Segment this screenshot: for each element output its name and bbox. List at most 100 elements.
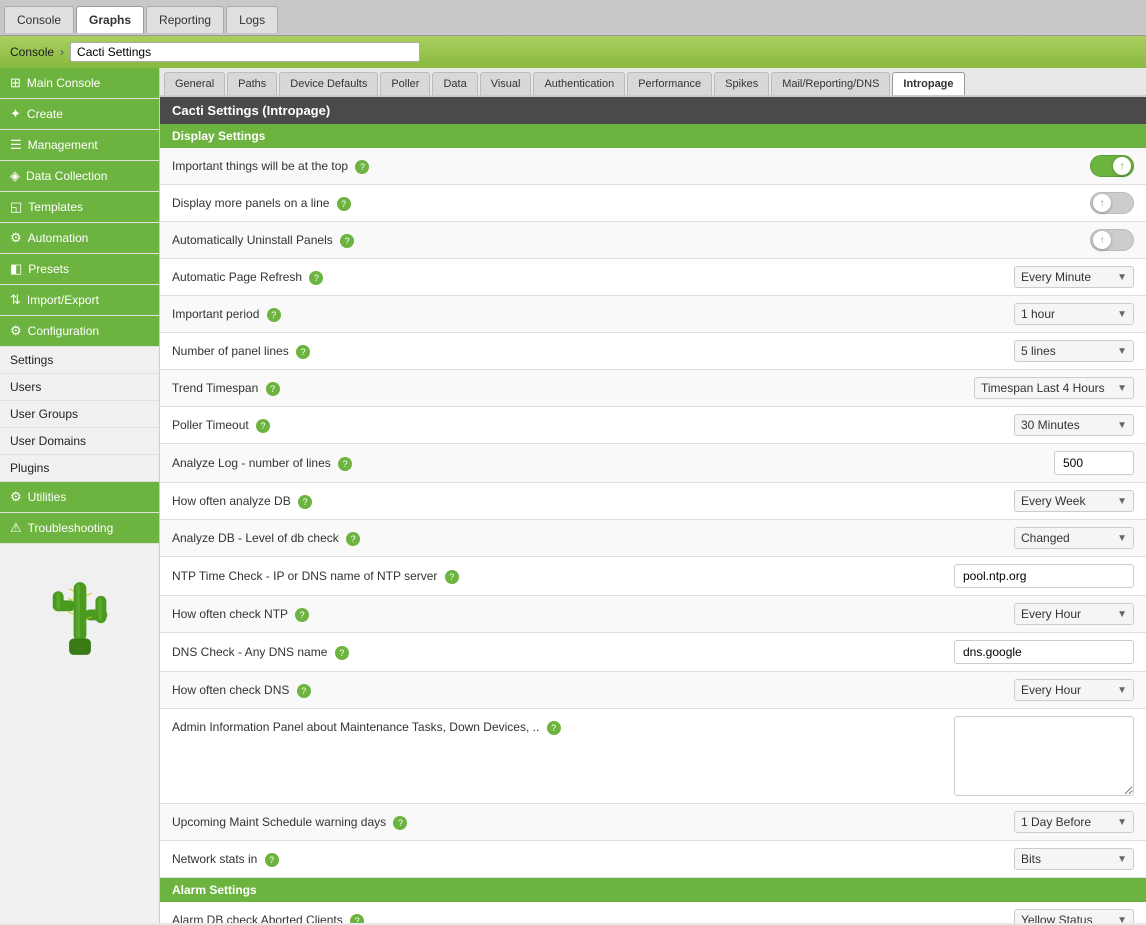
toggle-important-top[interactable]: ↑: [1090, 155, 1134, 177]
dropdown-how-often-dns[interactable]: Every Hour ▼: [1014, 679, 1134, 701]
page-title: Cacti Settings (Intropage): [160, 97, 1146, 124]
dropdown-how-often-db[interactable]: Every Week ▼: [1014, 490, 1134, 512]
help-icon-analyze-db-level[interactable]: ?: [346, 532, 360, 546]
help-icon-analyze-log-lines[interactable]: ?: [338, 457, 352, 471]
chevron-down-icon-7: ▼: [1117, 533, 1127, 544]
setting-row-how-often-ntp: How often check NTP ? Every Hour ▼: [160, 596, 1146, 633]
help-icon-how-often-db[interactable]: ?: [298, 495, 312, 509]
tab-authentication[interactable]: Authentication: [533, 72, 625, 95]
toggle-auto-uninstall[interactable]: ↑: [1090, 229, 1134, 251]
sidebar-item-templates[interactable]: ◱ Templates: [0, 192, 159, 223]
setting-row-admin-info-panel: Admin Information Panel about Maintenanc…: [160, 709, 1146, 804]
setting-row-panel-lines: Number of panel lines ? 5 lines ▼: [160, 333, 1146, 370]
chevron-down-icon-5: ▼: [1117, 420, 1127, 431]
setting-control-more-panels: ↑: [954, 192, 1134, 214]
help-icon-alarm-aborted-clients[interactable]: ?: [350, 914, 364, 924]
tab-general[interactable]: General: [164, 72, 225, 95]
sidebar-item-management[interactable]: ☰ Management: [0, 130, 159, 161]
chevron-down-icon-4: ▼: [1117, 383, 1127, 394]
breadcrumb-console[interactable]: Console: [10, 45, 54, 59]
alarm-settings-header: Alarm Settings: [160, 878, 1146, 902]
setting-label-admin-info-panel: Admin Information Panel about Maintenanc…: [172, 716, 954, 735]
sidebar-item-settings[interactable]: Settings: [0, 347, 159, 374]
dropdown-important-period[interactable]: 1 hour ▼: [1014, 303, 1134, 325]
tab-intropage[interactable]: Intropage: [892, 72, 964, 95]
tab-performance[interactable]: Performance: [627, 72, 712, 95]
help-icon-maint-warning-days[interactable]: ?: [393, 816, 407, 830]
setting-label-analyze-log-lines: Analyze Log - number of lines ?: [172, 456, 954, 471]
setting-control-auto-uninstall: ↑: [954, 229, 1134, 251]
setting-row-analyze-db-level: Analyze DB - Level of db check ? Changed…: [160, 520, 1146, 557]
input-ntp-server[interactable]: [954, 564, 1134, 588]
sidebar-item-utilities[interactable]: ⚙ Utilities: [0, 482, 159, 513]
help-icon-panel-lines[interactable]: ?: [296, 345, 310, 359]
sidebar-item-user-groups[interactable]: User Groups: [0, 401, 159, 428]
tab-paths[interactable]: Paths: [227, 72, 277, 95]
sidebar-item-create[interactable]: ✦ Create: [0, 99, 159, 130]
help-icon-dns-check[interactable]: ?: [335, 646, 349, 660]
tab-logs[interactable]: Logs: [226, 6, 278, 33]
input-dns-check[interactable]: [954, 640, 1134, 664]
breadcrumb-sep: ›: [60, 45, 64, 59]
tab-graphs[interactable]: Graphs: [76, 6, 144, 33]
setting-control-alarm-aborted-clients: Yellow Status ▼: [954, 909, 1134, 923]
setting-label-maint-warning-days: Upcoming Maint Schedule warning days ?: [172, 815, 954, 830]
sidebar-item-automation[interactable]: ⚙ Automation: [0, 223, 159, 254]
setting-label-important-top: Important things will be at the top ?: [172, 159, 954, 174]
sidebar-item-main-console[interactable]: ⊞ Main Console: [0, 68, 159, 99]
import-export-icon: ⇅: [10, 292, 21, 308]
help-icon-how-often-dns[interactable]: ?: [297, 684, 311, 698]
input-analyze-log-lines[interactable]: [1054, 451, 1134, 475]
help-icon-more-panels[interactable]: ?: [337, 197, 351, 211]
dropdown-network-stats[interactable]: Bits ▼: [1014, 848, 1134, 870]
setting-control-auto-refresh: Every Minute ▼: [954, 266, 1134, 288]
help-icon-important-period[interactable]: ?: [267, 308, 281, 322]
setting-row-alarm-aborted-clients: Alarm DB check Aborted Clients ? Yellow …: [160, 902, 1146, 923]
help-icon-ntp-server[interactable]: ?: [445, 570, 459, 584]
chevron-down-icon-8: ▼: [1117, 609, 1127, 620]
breadcrumb-search[interactable]: [70, 42, 420, 62]
dropdown-maint-warning-days[interactable]: 1 Day Before ▼: [1014, 811, 1134, 833]
help-icon-important-top[interactable]: ?: [355, 160, 369, 174]
sidebar-item-configuration[interactable]: ⚙ Configuration: [0, 316, 159, 347]
tab-console[interactable]: Console: [4, 6, 74, 33]
setting-control-admin-info-panel: [954, 716, 1134, 796]
setting-label-auto-uninstall: Automatically Uninstall Panels ?: [172, 233, 954, 248]
dropdown-alarm-aborted-clients[interactable]: Yellow Status ▼: [1014, 909, 1134, 923]
top-nav-bar: Console Graphs Reporting Logs: [0, 0, 1146, 36]
dropdown-poller-timeout[interactable]: 30 Minutes ▼: [1014, 414, 1134, 436]
sidebar-item-user-domains[interactable]: User Domains: [0, 428, 159, 455]
setting-label-ntp-server: NTP Time Check - IP or DNS name of NTP s…: [172, 569, 954, 584]
toggle-more-panels[interactable]: ↑: [1090, 192, 1134, 214]
textarea-admin-info-panel[interactable]: [954, 716, 1134, 796]
dropdown-panel-lines[interactable]: 5 lines ▼: [1014, 340, 1134, 362]
tab-mail-reporting-dns[interactable]: Mail/Reporting/DNS: [771, 72, 890, 95]
help-icon-poller-timeout[interactable]: ?: [256, 419, 270, 433]
help-icon-trend-timespan[interactable]: ?: [266, 382, 280, 396]
dropdown-how-often-ntp[interactable]: Every Hour ▼: [1014, 603, 1134, 625]
tab-data[interactable]: Data: [432, 72, 477, 95]
tab-reporting[interactable]: Reporting: [146, 6, 224, 33]
help-icon-how-often-ntp[interactable]: ?: [295, 608, 309, 622]
dropdown-trend-timespan[interactable]: Timespan Last 4 Hours ▼: [974, 377, 1134, 399]
sidebar-item-troubleshooting[interactable]: ⚠ Troubleshooting: [0, 513, 159, 544]
help-icon-admin-info-panel[interactable]: ?: [547, 721, 561, 735]
tab-visual[interactable]: Visual: [480, 72, 532, 95]
tab-poller[interactable]: Poller: [380, 72, 430, 95]
help-icon-auto-refresh[interactable]: ?: [309, 271, 323, 285]
dropdown-auto-refresh[interactable]: Every Minute ▼: [1014, 266, 1134, 288]
setting-label-important-period: Important period ?: [172, 307, 954, 322]
setting-control-panel-lines: 5 lines ▼: [954, 340, 1134, 362]
sidebar-item-presets[interactable]: ◧ Presets: [0, 254, 159, 285]
sidebar-item-data-collection[interactable]: ◈ Data Collection: [0, 161, 159, 192]
dropdown-analyze-db-level[interactable]: Changed ▼: [1014, 527, 1134, 549]
sidebar-item-import-export[interactable]: ⇅ Import/Export: [0, 285, 159, 316]
tab-spikes[interactable]: Spikes: [714, 72, 769, 95]
sidebar-item-users[interactable]: Users: [0, 374, 159, 401]
sidebar-item-plugins[interactable]: Plugins: [0, 455, 159, 482]
setting-row-maint-warning-days: Upcoming Maint Schedule warning days ? 1…: [160, 804, 1146, 841]
tab-device-defaults[interactable]: Device Defaults: [279, 72, 378, 95]
setting-label-network-stats: Network stats in ?: [172, 852, 954, 867]
help-icon-auto-uninstall[interactable]: ?: [340, 234, 354, 248]
help-icon-network-stats[interactable]: ?: [265, 853, 279, 867]
